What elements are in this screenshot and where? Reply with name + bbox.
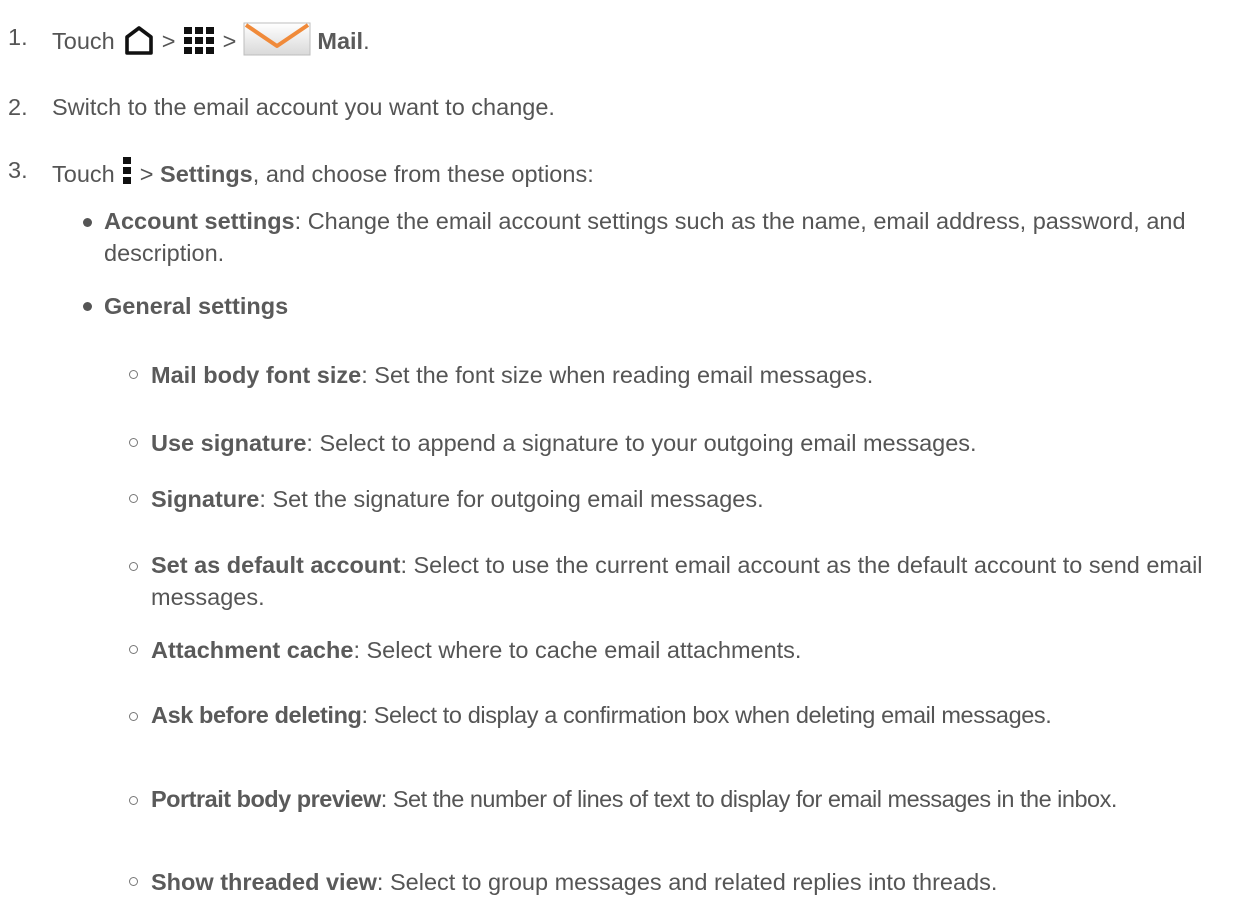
- suboption-text: Use signature: Select to append a signat…: [151, 428, 977, 458]
- option-text: General settings: [104, 291, 288, 321]
- suboption-label: Show threaded view: [151, 869, 377, 895]
- suboption-text: Signature: Set the signature for outgoin…: [151, 484, 764, 514]
- suboption-desc: : Select to append a signature to your o…: [306, 430, 977, 456]
- suboption-desc: : Select where to cache email attachment…: [353, 637, 802, 663]
- home-icon: [125, 26, 154, 55]
- suboption-text: Mail body font size: Set the font size w…: [151, 360, 873, 390]
- suboption-text: Attachment cache: Select where to cache …: [151, 635, 801, 665]
- suboption-desc: : Select to group messages and related r…: [376, 869, 998, 895]
- circle-bullet: [129, 370, 138, 379]
- circle-bullet: [129, 645, 138, 654]
- step-rest: , and choose from these options:: [252, 161, 594, 187]
- circle-bullet: [129, 877, 138, 886]
- separator: >: [139, 161, 154, 187]
- apps-grid-icon: [184, 27, 215, 54]
- step-text: Touch > > Mail.: [52, 22, 370, 56]
- suboption-label: Set as default account: [151, 552, 401, 578]
- suboption-desc: : Select to display a confirmation box w…: [361, 702, 1052, 728]
- touch-word: Touch: [52, 161, 115, 187]
- suboption-label: Portrait body preview: [151, 786, 381, 812]
- separator: >: [222, 28, 237, 54]
- step-number: 1.: [8, 24, 28, 50]
- suboption-desc: : Set the number of lines of text to dis…: [380, 786, 1118, 812]
- bullet: [83, 302, 92, 311]
- option-text: Account settings: Change the email accou…: [104, 205, 1224, 269]
- suboption-text: Show threaded view: Select to group mess…: [151, 867, 997, 897]
- circle-bullet: [129, 712, 138, 721]
- circle-bullet: [129, 438, 138, 447]
- mail-label: Mail: [317, 28, 364, 54]
- suboption-text: Set as default account: Select to use th…: [151, 549, 1246, 613]
- suboption-desc: : Set the signature for outgoing email m…: [259, 486, 764, 512]
- suboption-label: Signature: [151, 486, 260, 512]
- step-number: 2.: [8, 94, 28, 120]
- option-label: General settings: [104, 293, 289, 319]
- period: .: [363, 28, 370, 54]
- step-text: Touch > Settings, and choose from these …: [52, 155, 594, 189]
- separator: >: [161, 28, 176, 54]
- step-text: Switch to the email account you want to …: [52, 94, 555, 120]
- circle-bullet: [129, 562, 138, 571]
- suboption-label: Ask before deleting: [151, 702, 362, 728]
- suboption-label: Attachment cache: [151, 637, 354, 663]
- step-number: 3.: [8, 157, 28, 183]
- suboption-label: Use signature: [151, 430, 307, 456]
- instructions-page: 1. Touch > > Mail. 2. Switch to the emai…: [0, 0, 1250, 923]
- suboption-label: Mail body font size: [151, 362, 362, 388]
- option-label: Account settings: [104, 208, 295, 234]
- bullet: [83, 218, 92, 227]
- settings-label: Settings: [160, 161, 253, 187]
- circle-bullet: [129, 796, 138, 805]
- mail-envelope-icon: [243, 22, 311, 56]
- suboption-desc: : Set the font size when reading email m…: [361, 362, 874, 388]
- circle-bullet: [129, 494, 138, 503]
- suboption-text: Ask before deleting: Select to display a…: [151, 699, 1121, 731]
- suboption-text: Portrait body preview: Set the number of…: [151, 783, 1231, 815]
- touch-word: Touch: [52, 28, 115, 54]
- menu-more-icon: [123, 157, 132, 184]
